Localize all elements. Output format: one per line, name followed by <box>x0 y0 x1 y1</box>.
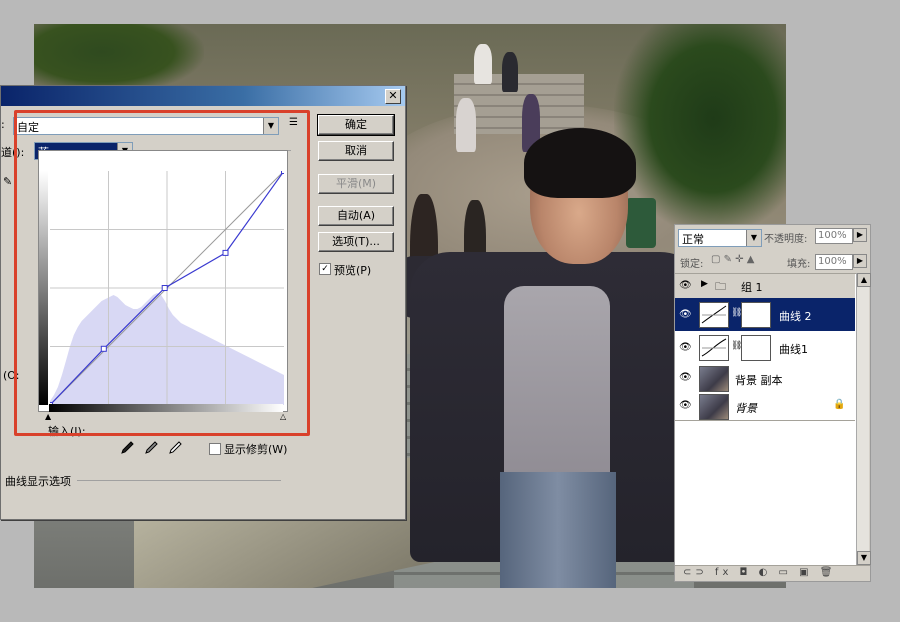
fill-label: 填充: <box>787 259 811 270</box>
opacity-field[interactable]: 100% <box>815 228 853 244</box>
auto-button[interactable]: 自动(A) <box>318 206 394 226</box>
layer-thumbnail <box>699 366 729 392</box>
input-label: 输入(I): <box>48 425 86 438</box>
black-point-slider[interactable]: ▲ <box>45 412 51 421</box>
preset-value: 自定 <box>17 121 39 134</box>
curve-control-point[interactable] <box>222 249 229 256</box>
lock-label: 锁定: <box>680 259 704 270</box>
output-label: (O: <box>3 369 20 382</box>
cancel-button[interactable]: 取消 <box>318 141 394 161</box>
show-clipping-label: 显示修剪(W) <box>224 443 288 456</box>
layer-row-background-copy[interactable]: 👁 背景 副本 <box>675 364 855 393</box>
curves-graph[interactable] <box>50 171 284 405</box>
preview-checkbox[interactable]: ✓ <box>319 263 331 275</box>
layer-name: 组 1 <box>741 281 763 294</box>
curves-graph-frame <box>38 150 288 412</box>
close-button[interactable]: ✕ <box>385 89 401 104</box>
preview-label: 预览(P) <box>334 264 372 277</box>
layers-list: 👁 ▶ 🗀 组 1 👁 ⛓ 曲线 2 👁 ⛓ 曲线1 👁 背景 副本 👁 背景 … <box>675 273 856 566</box>
lock-icons[interactable]: ▢ ✎ ✛ ▲ <box>711 254 754 265</box>
curve-control-point[interactable] <box>161 285 168 291</box>
blend-mode-select[interactable]: 正常 ▼ <box>678 229 762 247</box>
expand-arrow-icon[interactable]: ▶ <box>701 279 708 289</box>
lock-icon: 🔒 <box>833 399 846 410</box>
output-gradient-bar <box>39 171 48 405</box>
curve-control-point[interactable] <box>100 345 107 352</box>
curves-adjustment-thumbnail <box>699 302 729 328</box>
eye-icon[interactable]: 👁 <box>679 372 693 383</box>
layer-mask-thumbnail <box>741 302 771 328</box>
layers-scrollbar[interactable]: ▲ ▼ <box>856 273 871 565</box>
eye-icon[interactable]: 👁 <box>679 342 693 353</box>
folder-icon: 🗀 <box>715 280 726 293</box>
scroll-up-icon[interactable]: ▲ <box>857 273 871 287</box>
white-point-slider[interactable]: △ <box>280 412 286 421</box>
preset-select[interactable]: 自定 ▼ <box>13 117 279 135</box>
layer-row-curves2[interactable]: 👁 ⛓ 曲线 2 <box>675 298 855 332</box>
fill-arrow-icon[interactable]: ▶ <box>853 254 867 268</box>
pencil-tool-icon[interactable]: ✎ <box>3 175 12 188</box>
layer-row-group[interactable]: 👁 ▶ 🗀 组 1 <box>675 274 855 299</box>
eye-icon[interactable]: 👁 <box>679 280 693 291</box>
channel-label: 道(): <box>1 144 24 160</box>
channel-label-start: 道( <box>1 146 17 159</box>
gray-eyedropper-icon[interactable] <box>143 440 159 456</box>
input-gradient-bar <box>49 404 283 412</box>
bystander <box>456 98 476 152</box>
options-button[interactable]: 选项(T)... <box>318 232 394 252</box>
bystander <box>474 44 492 84</box>
layer-mask-thumbnail <box>741 335 771 361</box>
curves-adjustment-thumbnail <box>699 335 729 361</box>
scroll-down-icon[interactable]: ▼ <box>857 551 871 565</box>
person-hair <box>524 128 636 198</box>
person-jeans <box>500 472 616 588</box>
opacity-arrow-icon[interactable]: ▶ <box>853 228 867 242</box>
smooth-button[interactable]: 平滑(M) <box>318 174 394 194</box>
chevron-down-icon: ▼ <box>746 230 761 246</box>
fill-field[interactable]: 100% <box>815 254 853 270</box>
separator-line <box>77 480 281 481</box>
preset-options-icon[interactable]: ☰ <box>289 117 298 128</box>
layer-name: 背景 <box>735 402 757 415</box>
person-sweater <box>504 286 610 496</box>
layer-name: 背景 副本 <box>735 374 783 387</box>
trash-bin <box>626 198 656 248</box>
opacity-label: 不透明度: <box>764 234 808 245</box>
layer-row-curves1[interactable]: 👁 ⛓ 曲线1 <box>675 331 855 365</box>
layer-thumbnail <box>699 394 729 420</box>
white-eyedropper-icon[interactable] <box>167 440 183 456</box>
dialog-titlebar[interactable] <box>1 86 405 106</box>
curve-control-point[interactable] <box>281 171 285 174</box>
layers-panel: 正常 ▼ 不透明度: 100% ▶ 锁定: ▢ ✎ ✛ ▲ 填充: 100% ▶… <box>674 224 871 582</box>
layer-row-background[interactable]: 👁 背景 🔒 <box>675 392 855 421</box>
chevron-down-icon: ▼ <box>263 118 278 134</box>
layers-bottom-toolbar[interactable]: ⊂⊃ fx ◘ ◐ ▭ ▣ 🗑 <box>675 565 870 582</box>
channel-label-end: ): <box>16 146 25 159</box>
bystander <box>502 52 518 92</box>
eye-icon[interactable]: 👁 <box>679 309 693 320</box>
curves-dialog: ✕ : 自定 ▼ ☰ 道(): 蓝 ▼ ✎ (O: ▲ △ 输入(I): 确定 … <box>0 85 406 520</box>
layer-name: 曲线1 <box>779 343 808 356</box>
layer-name: 曲线 2 <box>779 310 812 323</box>
bottom-toolbar-icons[interactable]: ⊂⊃ fx ◘ ◐ ▭ ▣ 🗑 <box>683 567 837 578</box>
eye-icon[interactable]: 👁 <box>679 400 693 411</box>
display-options-label[interactable]: 曲线显示选项 <box>5 473 71 489</box>
preset-label: : <box>1 118 5 131</box>
ok-button[interactable]: 确定 <box>317 114 395 136</box>
tree-left <box>34 24 204 94</box>
show-clipping-checkbox[interactable] <box>209 443 221 455</box>
blend-mode-value: 正常 <box>682 233 704 246</box>
black-eyedropper-icon[interactable] <box>119 440 135 456</box>
